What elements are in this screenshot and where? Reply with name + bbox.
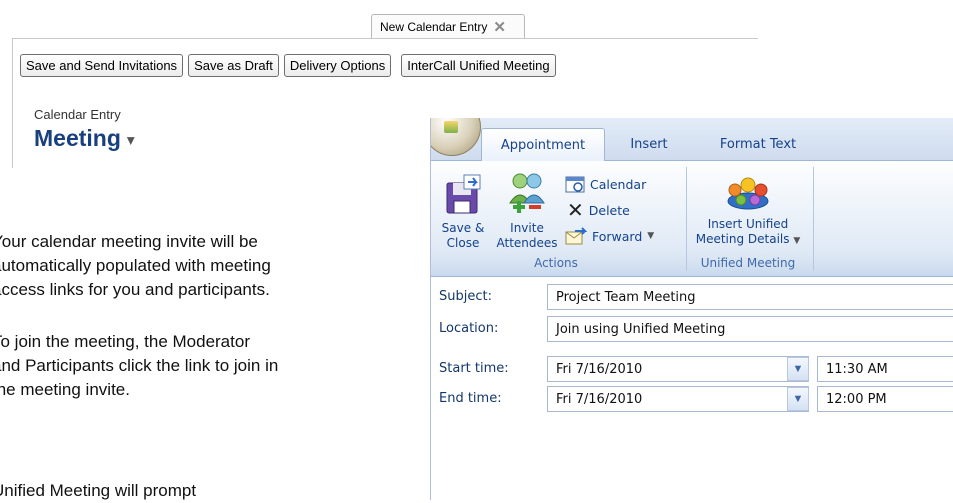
delivery-options-button[interactable]: Delivery Options xyxy=(283,54,392,77)
delete-label: Delete xyxy=(588,202,630,218)
invite-label-2: Attendees xyxy=(496,236,558,250)
chevron-down-icon[interactable]: ▼ xyxy=(787,387,809,411)
insert-unified-meeting-details-button[interactable]: Insert Unified Meeting Details ▼ xyxy=(689,173,807,249)
chevron-down-icon: ▼ xyxy=(793,236,801,246)
chevron-down-icon: ▾ xyxy=(127,131,135,148)
action-bar: Save and Send Invitations Save as Draft … xyxy=(20,54,556,77)
subject-row: Subject: Project Team Meeting xyxy=(431,282,953,312)
start-date-field[interactable]: Fri 7/16/2010 xyxy=(547,356,809,382)
people-icon xyxy=(509,173,545,213)
actions-group-label: Actions xyxy=(534,256,578,270)
divider xyxy=(12,38,13,168)
end-time-label: End time: xyxy=(439,391,502,406)
end-time-field[interactable]: 12:00 PM xyxy=(817,386,953,412)
tab-new-calendar-entry[interactable]: New Calendar Entry ✕ xyxy=(371,14,525,38)
chevron-down-icon[interactable]: ▼ xyxy=(787,357,809,381)
start-time-field[interactable]: 11:30 AM xyxy=(817,356,953,382)
start-time-row: Start time: Fri 7/16/2010 ▼ 11:30 AM xyxy=(431,354,953,384)
insert-label-2-text: Meeting Details xyxy=(695,232,790,246)
ribbon-tab-strip: Appointment Insert Format Text xyxy=(431,118,953,161)
instruction-paragraph: Your calendar meeting invite will be aut… xyxy=(0,230,432,302)
instruction-paragraph: To join the meeting, the Moderator and P… xyxy=(0,330,432,402)
instruction-paragraph: Unified Meeting will prompt xyxy=(0,479,432,503)
tab-insert[interactable]: Insert xyxy=(609,128,689,160)
delete-button[interactable]: ✕ Delete xyxy=(567,198,630,222)
calendar-icon xyxy=(565,176,585,193)
invite-attendees-button[interactable]: Invite Attendees xyxy=(491,171,563,251)
close-icon[interactable]: ✕ xyxy=(493,18,506,36)
text-line: the meeting invite. xyxy=(0,380,130,399)
intercall-unified-meeting-button[interactable]: InterCall Unified Meeting xyxy=(401,54,556,77)
entry-kind-dropdown[interactable]: Meeting ▾ xyxy=(34,125,134,152)
invite-label-1: Invite xyxy=(510,221,544,235)
text-line: To join the meeting, the Moderator xyxy=(0,332,250,351)
save-disk-icon xyxy=(446,174,481,214)
save-close-button[interactable]: Save & Close xyxy=(435,173,491,251)
tab-appointment[interactable]: Appointment xyxy=(481,128,605,161)
entry-kind-label: Meeting xyxy=(34,125,121,151)
calendar-label: Calendar xyxy=(590,176,647,192)
subject-label: Subject: xyxy=(439,289,492,304)
unified-meeting-icon xyxy=(727,177,769,210)
end-date-field[interactable]: Fri 7/16/2010 xyxy=(547,386,809,412)
tab-label: New Calendar Entry xyxy=(380,19,488,34)
location-input[interactable]: Join using Unified Meeting xyxy=(547,316,953,342)
calendar-button[interactable]: Calendar xyxy=(565,175,646,193)
ribbon: Save & Close Invite Attendees Calendar ✕… xyxy=(431,161,953,277)
forward-envelope-icon xyxy=(565,227,587,245)
forward-button[interactable]: Forward ▼ xyxy=(565,227,654,245)
subject-input[interactable]: Project Team Meeting xyxy=(547,284,953,310)
delete-x-icon: ✕ xyxy=(567,198,584,222)
location-row: Location: Join using Unified Meeting xyxy=(431,314,953,344)
save-as-draft-button[interactable]: Save as Draft xyxy=(188,54,279,77)
outlook-window: Appointment Insert Format Text Save & Cl… xyxy=(430,118,953,500)
entry-type-label: Calendar Entry xyxy=(34,107,121,122)
insert-label-2: Meeting Details ▼ xyxy=(689,232,807,249)
group-separator xyxy=(813,167,814,271)
unified-meeting-group-label: Unified Meeting xyxy=(700,256,796,270)
tab-format-text[interactable]: Format Text xyxy=(703,128,813,160)
office-button[interactable] xyxy=(431,118,481,156)
divider xyxy=(12,38,758,39)
start-time-label: Start time: xyxy=(439,361,509,376)
text-line: and Participants click the link to join … xyxy=(0,356,279,375)
chevron-down-icon: ▼ xyxy=(647,231,655,241)
end-time-row: End time: Fri 7/16/2010 ▼ 12:00 PM xyxy=(431,384,953,414)
save-close-label-2: Close xyxy=(446,236,480,250)
text-line: Your calendar meeting invite will be xyxy=(0,232,258,251)
text-line: Unified Meeting will prompt xyxy=(0,481,197,500)
forward-label: Forward xyxy=(592,228,643,244)
insert-label-1: Insert Unified xyxy=(707,217,789,231)
save-close-label-1: Save & xyxy=(441,221,485,235)
location-label: Location: xyxy=(439,321,499,336)
text-line: automatically populated with meeting xyxy=(0,256,271,275)
text-line: access links for you and participants. xyxy=(0,280,270,299)
save-and-send-invitations-button[interactable]: Save and Send Invitations xyxy=(20,54,184,77)
office-logo-icon xyxy=(444,121,458,133)
